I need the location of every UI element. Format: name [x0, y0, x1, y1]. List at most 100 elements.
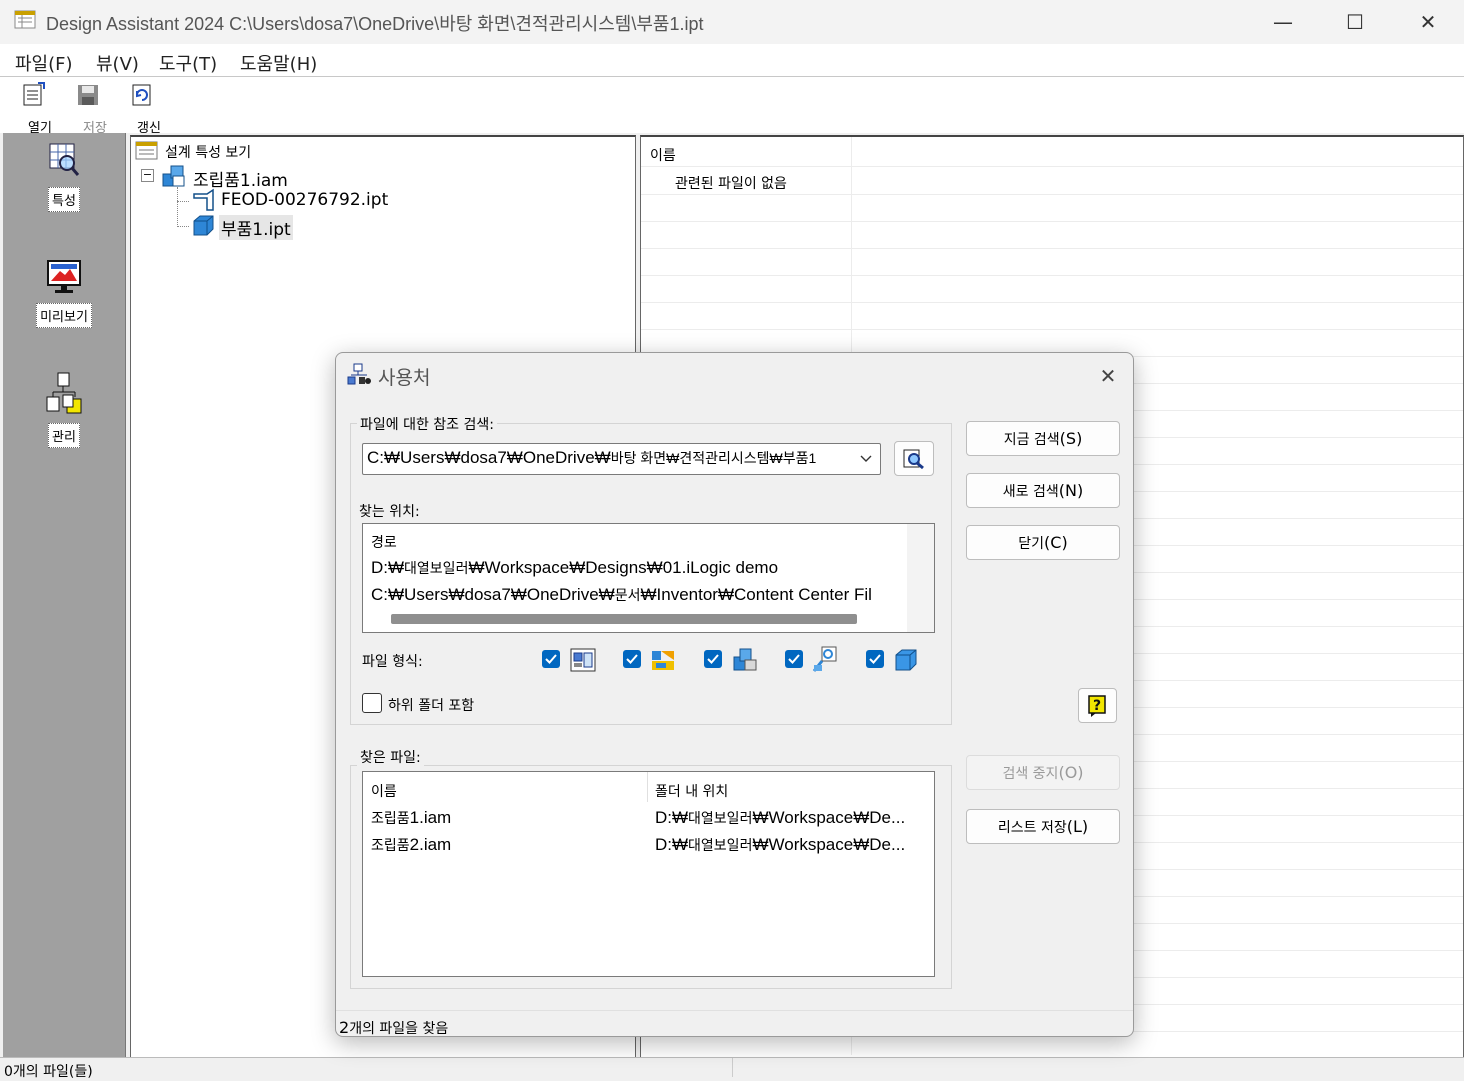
menu-help[interactable]: 도움말(H) — [240, 50, 317, 76]
where-used-icon — [347, 363, 371, 385]
grid-line — [641, 302, 1463, 303]
dialog-status-text: 2개의 파일을 찾음 — [339, 1018, 449, 1037]
search-now-button[interactable]: 지금 검색 (S) — [966, 421, 1120, 456]
tree-item-part-feod[interactable]: FEOD-00276792.ipt — [221, 190, 388, 210]
menu-bar: 파일(F) 뷰(V) 도구(T) 도움말(H) — [0, 44, 1464, 77]
drawing-file-icon — [570, 648, 596, 672]
include-subfolders-label[interactable]: 하위 폴더 포함 — [388, 695, 474, 715]
assembly-file-icon — [733, 648, 757, 671]
table-row[interactable]: 조립품2.iam D:₩대열보일러₩Workspace₩De... — [363, 833, 934, 860]
filetype-assembly-checkbox[interactable] — [704, 650, 722, 668]
sidebar: 특성 미리보기 관리 — [3, 133, 126, 1057]
filetype-drawing-checkbox[interactable] — [542, 650, 560, 668]
found-column-name[interactable]: 이름 — [371, 781, 397, 801]
dialog-status-divider — [336, 1010, 1133, 1011]
status-bar: 0개의 파일(들) — [0, 1057, 1464, 1080]
sheet-metal-part-icon — [193, 188, 214, 211]
minimize-icon: — — [1273, 10, 1293, 34]
file-type-label: 파일 형식: — [362, 654, 423, 670]
check-icon — [788, 654, 800, 664]
grid-line — [641, 221, 1463, 222]
menu-file[interactable]: 파일(F) — [15, 50, 73, 76]
table-row[interactable]: 조립품1.iam D:₩대열보일러₩Workspace₩De... — [363, 806, 934, 833]
window-close-button[interactable]: ✕ — [1392, 0, 1464, 44]
check-icon — [869, 654, 881, 664]
horizontal-scrollbar-thumb[interactable] — [391, 614, 857, 624]
maximize-button[interactable]: ☐ — [1319, 0, 1391, 44]
sidebar-item-properties[interactable]: 특성 — [3, 141, 125, 212]
found-file-folder: D:₩대열보일러₩Workspace₩De... — [655, 808, 906, 827]
status-divider — [732, 1058, 733, 1077]
search-file-combobox[interactable]: C:₩Users₩dosa7₩OneDrive₩바탕 화면₩견적관리시스템₩부품… — [362, 443, 881, 475]
location-item[interactable]: C:₩Users₩dosa7₩OneDrive₩문서₩Inventor₩Cont… — [371, 585, 907, 605]
found-file-folder: D:₩대열보일러₩Workspace₩De... — [655, 835, 906, 854]
location-item[interactable]: D:₩대열보일러₩Workspace₩Designs₩01.iLogic dem… — [371, 558, 778, 578]
toolbar: 열기 저장 갱신 — [0, 77, 1464, 136]
found-file-name: 조립품1.iam — [371, 808, 452, 827]
browse-search-icon — [903, 449, 924, 469]
chevron-down-icon — [860, 455, 872, 462]
sidebar-item-label: 미리보기 — [36, 303, 92, 328]
open-button[interactable]: 열기 — [15, 77, 65, 136]
save-icon — [78, 85, 98, 105]
title-bar: Design Assistant 2024 C:\Users\dosa7\One… — [0, 0, 1464, 44]
minus-icon: − — [142, 168, 153, 181]
design-properties-icon — [135, 141, 158, 160]
sidebar-item-label: 특성 — [48, 187, 80, 212]
collapse-toggle[interactable]: − — [141, 169, 154, 182]
assembly-icon — [162, 165, 185, 187]
tree-connector — [177, 226, 189, 228]
check-icon — [707, 654, 719, 664]
filetype-presentation-checkbox[interactable] — [623, 650, 641, 668]
refresh-label: 갱신 — [137, 121, 161, 136]
svg-text:?: ? — [1092, 698, 1100, 714]
dialog-close-button[interactable]: ✕ — [1093, 361, 1123, 391]
help-button[interactable]: ? — [1078, 688, 1117, 723]
search-group-label: 파일에 대한 참조 검색: — [357, 414, 497, 434]
minimize-button[interactable]: — — [1247, 0, 1319, 44]
found-files-list[interactable]: 이름 폴더 내 위치 조립품1.iam D:₩대열보일러₩Workspace₩D… — [362, 771, 935, 977]
properties-search-icon — [49, 143, 80, 176]
close-icon: ✕ — [1419, 10, 1437, 34]
location-list[interactable]: 경로 D:₩대열보일러₩Workspace₩Designs₩01.iLogic … — [362, 523, 935, 633]
empty-message: 관련된 파일이 없음 — [675, 176, 787, 192]
grid-line — [641, 248, 1463, 249]
tree-connector — [177, 187, 179, 227]
menu-tools[interactable]: 도구(T) — [159, 50, 217, 76]
part-file-icon — [895, 649, 917, 671]
close-button[interactable]: 닫기 (C) — [966, 525, 1120, 560]
sidebar-item-manage[interactable]: 관리 — [3, 371, 125, 448]
help-icon: ? — [1087, 694, 1106, 717]
browse-button[interactable] — [894, 441, 934, 476]
check-icon — [545, 654, 557, 664]
found-column-folder[interactable]: 폴더 내 위치 — [655, 781, 728, 801]
window-title: Design Assistant 2024 C:\Users\dosa7\One… — [46, 14, 704, 34]
sidebar-item-label: 관리 — [48, 423, 80, 448]
grid-line — [641, 194, 1463, 195]
include-subfolders-checkbox[interactable] — [362, 693, 382, 713]
save-button[interactable]: 저장 — [70, 77, 120, 136]
app-icon — [14, 10, 36, 29]
tree-root-label[interactable]: 설계 특성 보기 — [165, 142, 251, 162]
vertical-scroll-track[interactable] — [907, 524, 934, 632]
save-list-button[interactable]: 리스트 저장 (L) — [966, 809, 1120, 844]
found-file-name: 조립품2.iam — [371, 835, 452, 854]
refresh-button[interactable]: 갱신 — [124, 77, 174, 136]
column-header-name[interactable]: 이름 — [650, 145, 676, 165]
location-column-header[interactable]: 경로 — [371, 532, 397, 552]
presentation-file-icon — [652, 651, 674, 670]
tree-item-part1[interactable]: 부품1.ipt — [219, 215, 293, 240]
filetype-part-checkbox[interactable] — [866, 650, 884, 668]
dialog-title: 사용처 — [378, 367, 431, 389]
sidebar-item-preview[interactable]: 미리보기 — [3, 259, 125, 328]
manage-icon — [46, 372, 82, 414]
preview-monitor-icon — [47, 260, 81, 293]
column-divider — [647, 772, 648, 802]
maximize-icon: ☐ — [1346, 10, 1364, 34]
new-search-button[interactable]: 새로 검색 (N) — [966, 473, 1120, 508]
stop-search-button[interactable]: 검색 중지 (O) — [966, 755, 1120, 790]
search-path-text: C:₩Users₩dosa7₩OneDrive₩바탕 화면₩견적관리시스템₩부품… — [367, 448, 817, 467]
menu-view[interactable]: 뷰(V) — [96, 50, 139, 76]
filetype-sheetmetal-checkbox[interactable] — [785, 650, 803, 668]
part-icon — [193, 215, 214, 236]
